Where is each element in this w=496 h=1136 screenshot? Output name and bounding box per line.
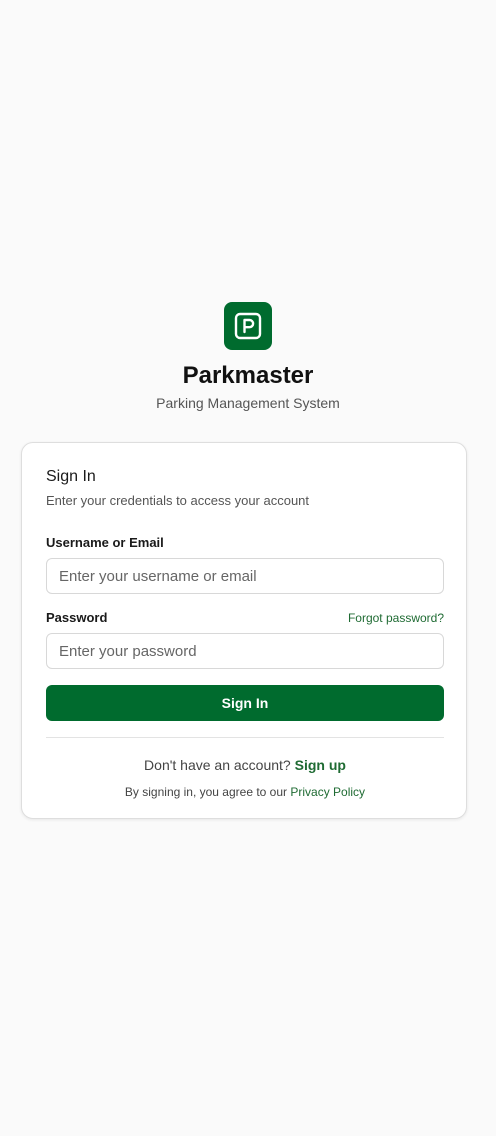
password-label: Password (46, 610, 108, 625)
signup-link[interactable]: Sign up (295, 757, 346, 773)
app-name: Parkmaster (182, 362, 314, 389)
password-label-row: Password Forgot password? (46, 609, 444, 627)
parking-p-icon (234, 312, 262, 340)
signin-card: Sign In Enter your credentials to access… (21, 442, 467, 819)
signin-subtitle: Enter your credentials to access your ac… (46, 493, 310, 508)
privacy-policy-link[interactable]: Privacy Policy (290, 785, 365, 799)
brand-header: Parkmaster Parking Management System (0, 302, 496, 412)
login-page: Parkmaster Parking Management System Sig… (0, 0, 496, 1136)
username-input[interactable] (46, 558, 444, 594)
app-tagline: Parking Management System (156, 395, 340, 411)
parking-logo (224, 302, 272, 350)
signin-button[interactable]: Sign In (46, 685, 444, 721)
policy-row: By signing in, you agree to our Privacy … (46, 784, 444, 800)
signup-prompt: Don't have an account? (144, 757, 291, 773)
signin-title: Sign In (46, 468, 96, 485)
password-input[interactable] (46, 633, 444, 669)
username-label: Username or Email (46, 535, 164, 550)
policy-prefix: By signing in, you agree to our (124, 785, 288, 799)
divider (46, 737, 444, 738)
forgot-password-link[interactable]: Forgot password? (348, 611, 444, 625)
signup-row: Don't have an account? Sign up (46, 756, 444, 774)
